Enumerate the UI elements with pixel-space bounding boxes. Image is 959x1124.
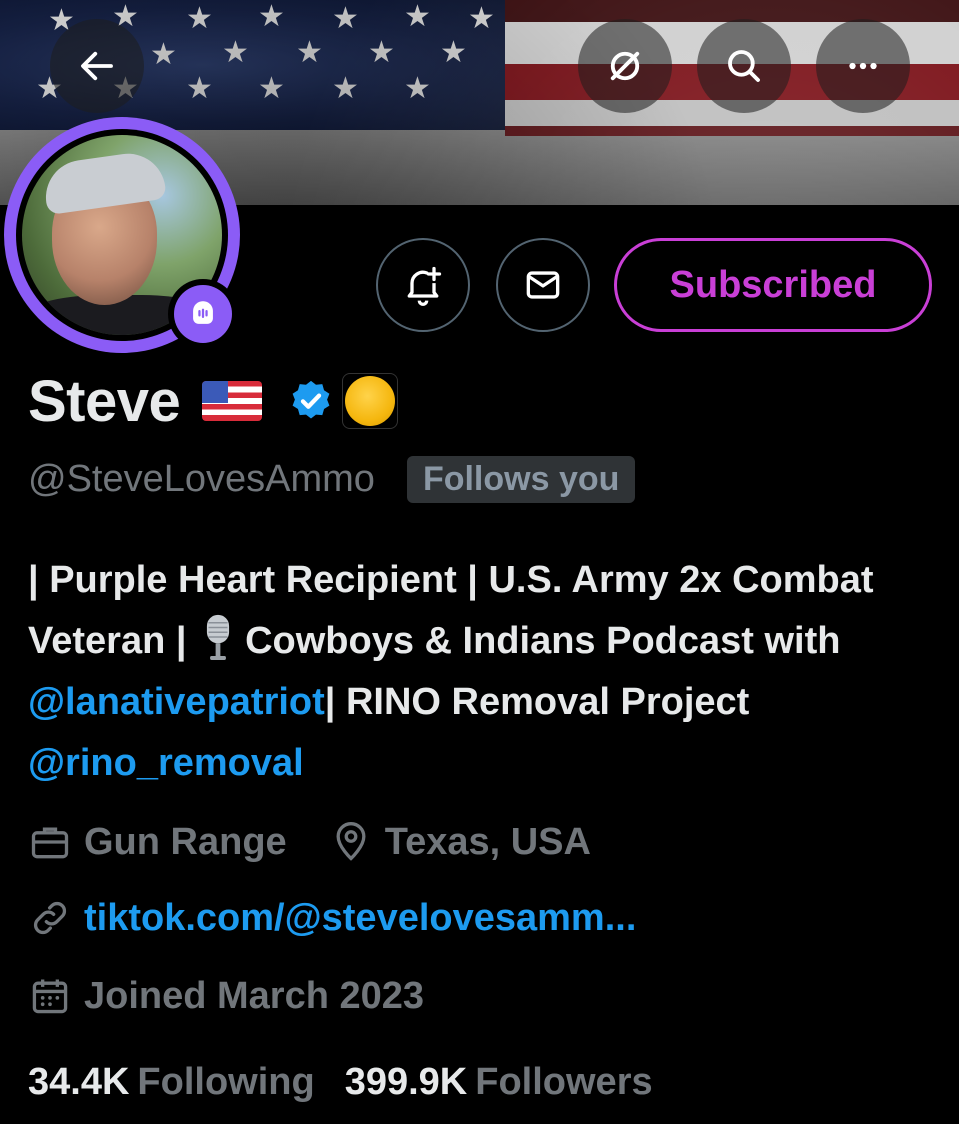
more-horizontal-icon <box>849 62 877 70</box>
location-item: Texas, USA <box>329 820 591 864</box>
link-icon <box>33 901 67 935</box>
display-name-row: Steve <box>28 366 399 436</box>
mention-rino-removal[interactable]: @rino_removal <box>28 742 304 784</box>
envelope-icon <box>526 271 560 299</box>
arrow-left-icon <box>81 51 113 81</box>
profile-bio: | Purple Heart Recipient | U.S. Army 2x … <box>28 559 874 784</box>
message-button[interactable] <box>496 238 590 332</box>
calendar-icon <box>32 979 68 1014</box>
briefcase-icon <box>31 827 69 859</box>
location-pin-icon <box>336 822 366 861</box>
grok-button[interactable] <box>578 19 672 113</box>
category-label: Gun Range <box>84 820 287 863</box>
notify-button[interactable] <box>376 238 470 332</box>
category-item: Gun Range <box>28 820 287 864</box>
studio-microphone-icon <box>199 613 237 661</box>
following-label: Following <box>137 1060 315 1103</box>
subscribed-button[interactable]: Subscribed <box>614 238 932 332</box>
grok-icon <box>610 51 640 81</box>
bell-plus-icon <box>407 266 442 306</box>
spaces-live-badge[interactable] <box>168 279 238 349</box>
joined-date: Joined March 2023 <box>84 974 425 1017</box>
search-button[interactable] <box>697 19 791 113</box>
followers-label: Followers <box>475 1060 653 1103</box>
followers-count: 399.9K <box>344 1060 468 1103</box>
back-button[interactable] <box>50 19 144 113</box>
mention-lanativepatriot[interactable]: @lanativepatriot <box>28 681 325 723</box>
profile-meta: Gun Range Texas, USA <box>28 812 591 872</box>
affiliation-logo-icon <box>345 376 396 426</box>
follow-stats: 34.4K Following 399.9K Followers <box>28 1054 683 1110</box>
verified-badge-icon[interactable] <box>288 378 334 424</box>
location-label: Texas, USA <box>384 820 591 863</box>
us-flag-icon <box>202 381 263 421</box>
display-name: Steve <box>28 368 181 434</box>
search-icon <box>728 50 760 82</box>
followers-stat[interactable]: 399.9K Followers <box>345 1061 653 1104</box>
following-stat[interactable]: 34.4K Following <box>28 1061 315 1104</box>
more-button[interactable] <box>816 19 910 113</box>
handle-row: @SteveLovesAmmo Follows you <box>28 452 636 506</box>
microphone-icon <box>193 301 213 324</box>
follows-you-badge: Follows you <box>406 455 636 503</box>
website-link[interactable]: tiktok.com/@stevelovesamm... <box>84 897 636 940</box>
website-row: tiktok.com/@stevelovesamm... <box>28 888 636 948</box>
joined-row: Joined March 2023 <box>28 966 424 1026</box>
affiliation-badge[interactable] <box>342 373 399 429</box>
username-handle: @SteveLovesAmmo <box>28 457 375 500</box>
following-count: 34.4K <box>28 1060 130 1103</box>
